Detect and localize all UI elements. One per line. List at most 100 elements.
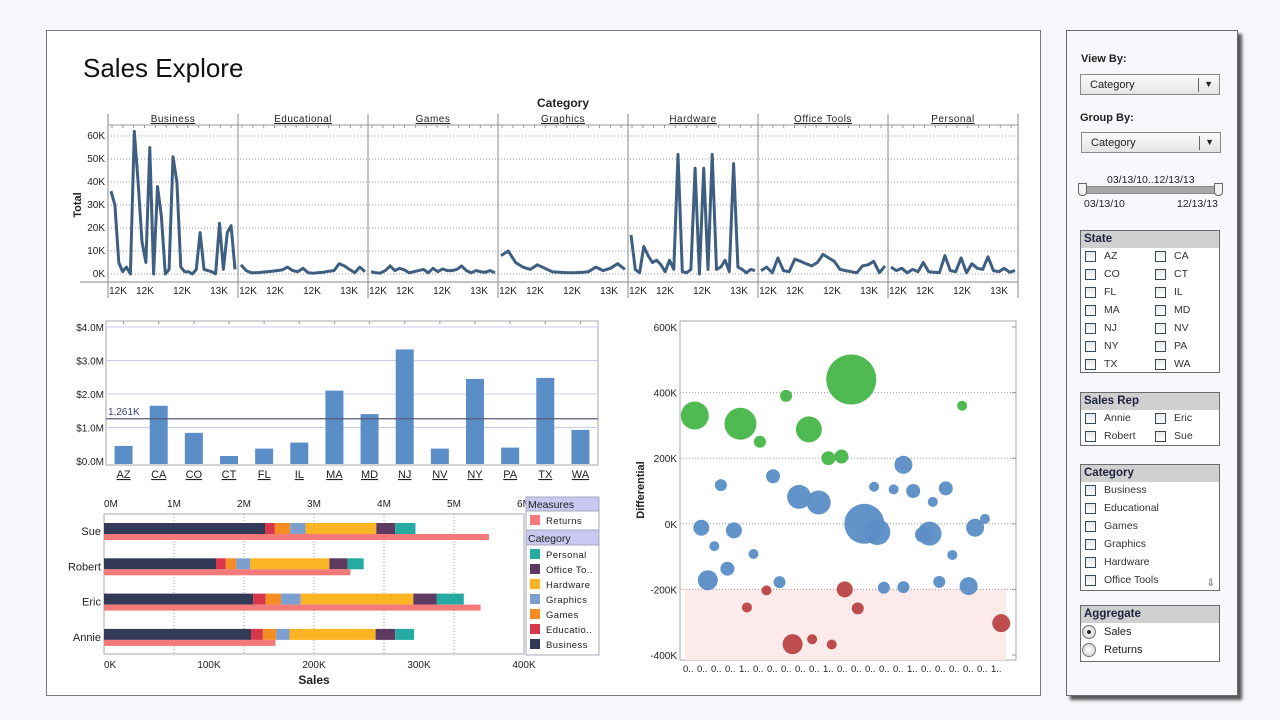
checkbox-box[interactable] [1155, 430, 1166, 442]
checkbox-box[interactable] [1085, 340, 1096, 352]
checkbox-box[interactable] [1155, 358, 1166, 370]
checkbox-box[interactable] [1155, 412, 1166, 424]
date-range-start-handle[interactable] [1078, 183, 1087, 196]
xtick-label-az[interactable]: AZ [117, 469, 131, 481]
checkbox-games[interactable]: Games [1085, 520, 1138, 532]
xtick-label-fl[interactable]: FL [258, 469, 271, 481]
date-range-end-handle[interactable] [1214, 183, 1223, 196]
checkbox-box[interactable] [1155, 340, 1166, 352]
checkbox-box[interactable] [1085, 358, 1096, 370]
checkbox-label: PA [1174, 340, 1188, 352]
checkbox-box[interactable] [1085, 430, 1096, 442]
checkbox-box[interactable] [1085, 520, 1096, 532]
checkbox-nv[interactable]: NV [1155, 322, 1189, 334]
bubble-blue [714, 479, 727, 492]
checkbox-ca[interactable]: CA [1155, 250, 1189, 262]
checkbox-box[interactable] [1085, 574, 1096, 586]
xtick-label-md[interactable]: MD [361, 469, 378, 481]
checkbox-ma[interactable]: MA [1085, 304, 1120, 316]
checkbox-ny[interactable]: NY [1085, 340, 1119, 352]
checkbox-box[interactable] [1155, 322, 1166, 334]
date-range-track[interactable] [1083, 186, 1219, 194]
checkbox-box[interactable] [1155, 286, 1166, 298]
checkbox-md[interactable]: MD [1155, 304, 1190, 316]
checkbox-box[interactable] [1085, 502, 1096, 514]
xtick-label-wa[interactable]: WA [572, 469, 590, 481]
panel-header-personal[interactable]: Personal [931, 114, 974, 125]
checkbox-box[interactable] [1085, 268, 1096, 280]
panel-header-games[interactable]: Games [416, 114, 451, 125]
checkbox-educational[interactable]: Educational [1085, 502, 1159, 514]
checkbox-box[interactable] [1155, 250, 1166, 262]
xtick-label: 0.. [683, 664, 694, 675]
xtick-label-ca[interactable]: CA [151, 469, 167, 481]
xtick-label-ny[interactable]: NY [467, 469, 483, 481]
checkbox-office-tools[interactable]: Office Tools [1085, 574, 1158, 586]
checkbox-annie[interactable]: Annie [1085, 412, 1131, 424]
scroll-down-arrow-icon[interactable]: ⇩ [1207, 578, 1215, 589]
panel-header-educational[interactable]: Educational [274, 114, 332, 125]
xtick-label: 1.. [739, 664, 750, 675]
xtick-label-ma[interactable]: MA [326, 469, 343, 481]
panel-header-business[interactable]: Business [151, 114, 196, 125]
bubble-blue [927, 496, 938, 507]
checkbox-business[interactable]: Business [1085, 484, 1147, 496]
xtick-label: 13K [860, 286, 878, 297]
radio-button[interactable] [1082, 625, 1096, 639]
xtick-top-label: 5M [447, 499, 461, 510]
checkbox-il[interactable]: IL [1155, 286, 1183, 298]
stack-segment-personal [347, 558, 364, 570]
checkbox-robert[interactable]: Robert [1085, 430, 1136, 442]
checkbox-tx[interactable]: TX [1085, 358, 1117, 370]
checkbox-wa[interactable]: WA [1155, 358, 1191, 370]
checkbox-box[interactable] [1085, 484, 1096, 496]
checkbox-box[interactable] [1085, 322, 1096, 334]
panel-header-graphics[interactable]: Graphics [541, 114, 585, 125]
scatter-ylabel: Differential [635, 461, 647, 518]
checkbox-co[interactable]: CO [1085, 268, 1120, 280]
xtick-label: 12K [693, 286, 711, 297]
reference-line-label: 1,261K [108, 407, 140, 418]
checkbox-sue[interactable]: Sue [1155, 430, 1193, 442]
checkbox-ct[interactable]: CT [1155, 268, 1188, 280]
checkbox-box[interactable] [1085, 304, 1096, 316]
xtick-label: 0.. [963, 664, 974, 675]
xtick-label-ct[interactable]: CT [222, 469, 237, 481]
radio-sales[interactable]: Sales [1082, 625, 1132, 639]
checkbox-graphics[interactable]: Graphics [1085, 538, 1146, 550]
ytick-label: $0.0M [76, 457, 104, 468]
checkbox-fl[interactable]: FL [1085, 286, 1116, 298]
radio-returns[interactable]: Returns [1082, 643, 1143, 657]
checkbox-box[interactable] [1085, 538, 1096, 550]
xtick-label: 12K [136, 286, 154, 297]
checkbox-az[interactable]: AZ [1085, 250, 1117, 262]
checkbox-eric[interactable]: Eric [1155, 412, 1192, 424]
checkbox-box[interactable] [1155, 304, 1166, 316]
xtick-bottom-label: 100K [197, 660, 221, 671]
group-by-dropdown[interactable]: Category ▼ [1081, 132, 1221, 153]
checkbox-box[interactable] [1085, 250, 1096, 262]
view-by-dropdown[interactable]: Category ▼ [1080, 74, 1220, 95]
checkbox-box[interactable] [1085, 286, 1096, 298]
stack-segment-educatio [265, 523, 275, 534]
xtick-label-nv[interactable]: NV [432, 469, 448, 481]
panel-header-office-tools[interactable]: Office Tools [794, 114, 852, 125]
checkbox-hardware[interactable]: Hardware [1085, 556, 1150, 568]
radio-button[interactable] [1082, 643, 1096, 657]
xtick-label-nj[interactable]: NJ [398, 469, 411, 481]
checkbox-box[interactable] [1155, 268, 1166, 280]
xtick-label-tx[interactable]: TX [538, 469, 553, 481]
xtick-label: 12K [916, 286, 934, 297]
xtick-label-pa[interactable]: PA [503, 469, 518, 481]
xtick-label-co[interactable]: CO [186, 469, 203, 481]
xtick-label: 0.. [725, 664, 736, 675]
checkbox-label: CA [1174, 250, 1189, 262]
checkbox-pa[interactable]: PA [1155, 340, 1187, 352]
returns-bar-sue [104, 534, 489, 540]
checkbox-box[interactable] [1085, 412, 1096, 424]
checkbox-box[interactable] [1085, 556, 1096, 568]
panel-header-hardware[interactable]: Hardware [669, 114, 716, 125]
checkbox-nj[interactable]: NJ [1085, 322, 1117, 334]
bubble-green [795, 416, 822, 443]
xtick-label-il[interactable]: IL [295, 469, 304, 481]
